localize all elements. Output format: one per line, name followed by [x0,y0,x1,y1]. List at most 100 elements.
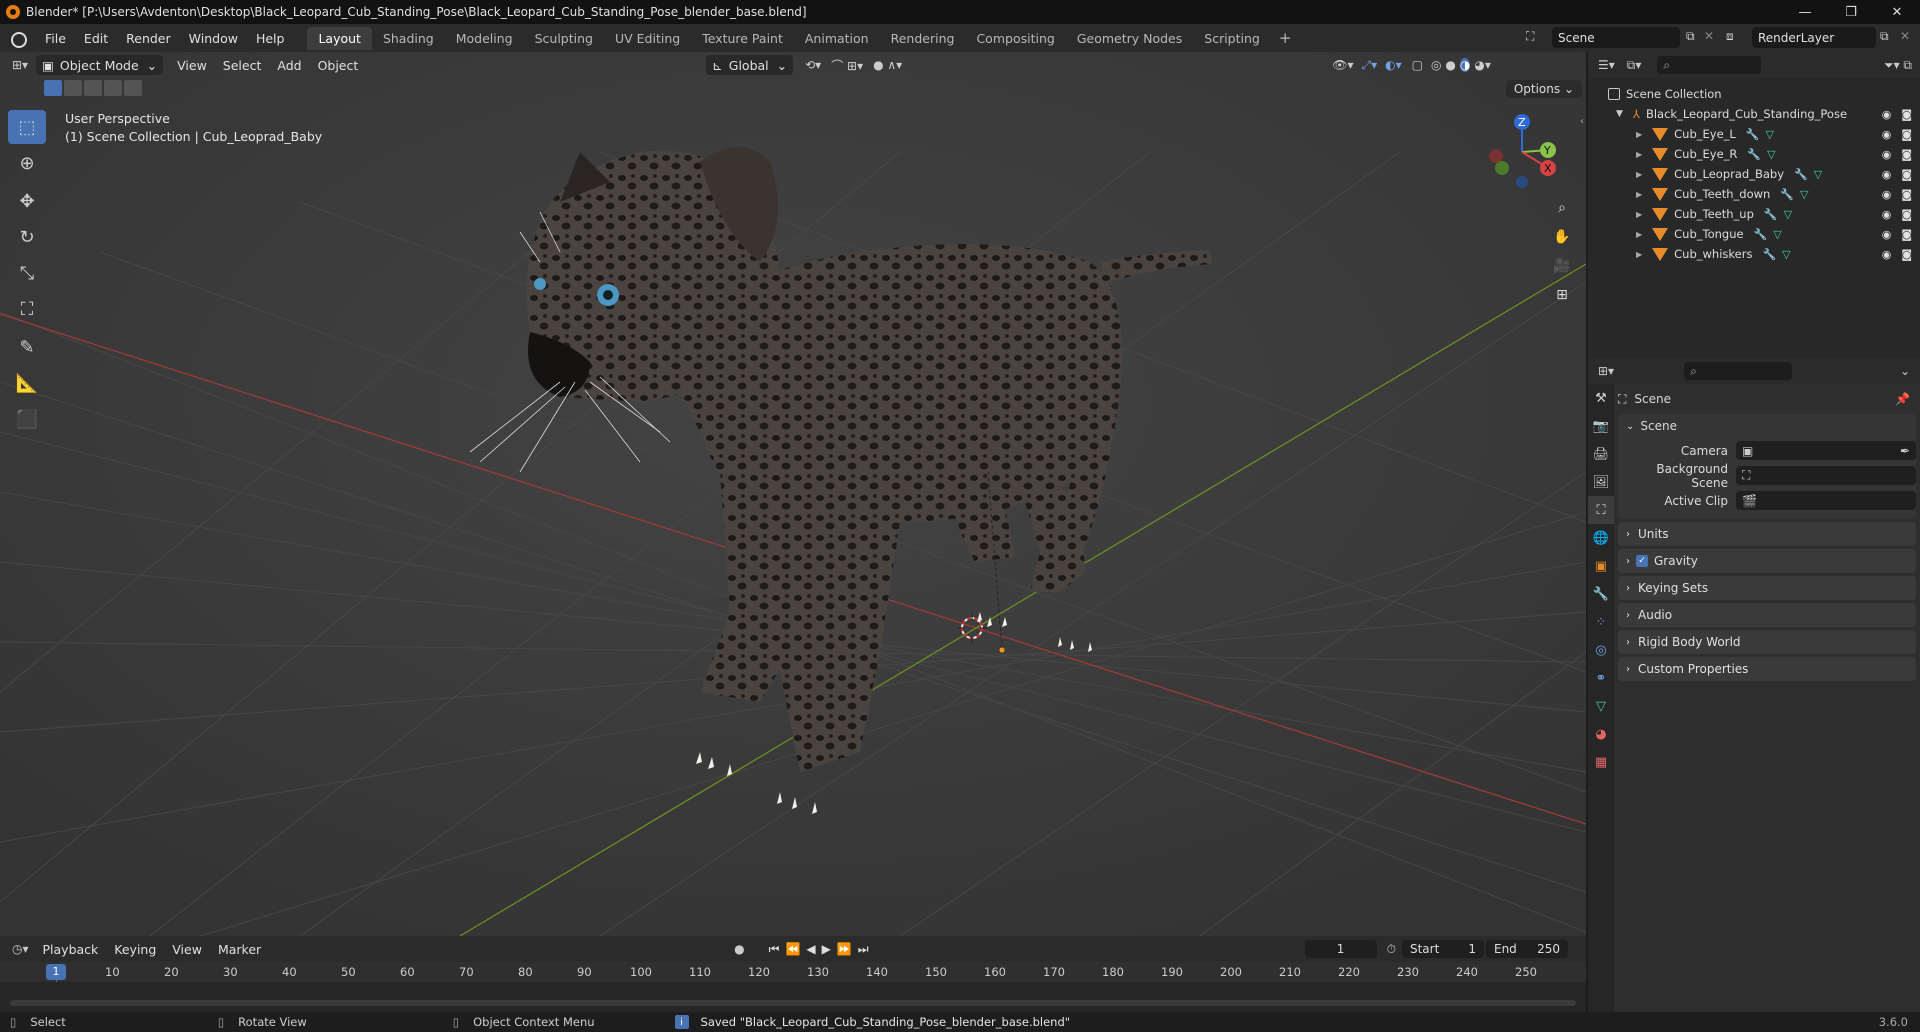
keying-sets-panel[interactable]: › Keying Sets [1618,576,1916,600]
expand-right-icon[interactable]: ▶ [1636,130,1642,139]
modifier-wrench-icon[interactable]: 🔧 [1764,208,1778,221]
menu-window[interactable]: Window [180,31,247,46]
material-shading-icon[interactable]: ◑ [1459,58,1471,72]
modifier-wrench-icon[interactable]: 🔧 [1746,128,1760,141]
outliner-search-input[interactable]: ⌕ [1657,56,1762,74]
expand-right-icon[interactable]: ▶ [1636,210,1642,219]
chevron-down-icon[interactable]: ⌄ [1900,364,1910,378]
render-tab-icon[interactable]: 📷 [1588,412,1614,440]
wireframe-shading-icon[interactable]: ◎ [1431,58,1441,72]
outliner-object-row[interactable]: ▶ Cub_Eye_R 🔧 ▽ ◉ ◙ [1588,144,1920,164]
timeline-body[interactable] [0,982,1586,1012]
modifier-wrench-icon[interactable]: 🔧 [1754,228,1768,241]
delete-scene-icon[interactable]: ✕ [1704,29,1714,43]
close-icon[interactable]: ✕ [1874,0,1920,24]
rotate-tool-icon[interactable]: ↻ [8,220,46,254]
options-button[interactable]: Options ⌄ [1505,80,1582,98]
properties-editor-icon[interactable]: ⊞▾ [1598,364,1614,378]
add-cube-tool-icon[interactable]: ⬛ [8,402,46,436]
audio-panel[interactable]: › Audio [1618,603,1916,627]
modifier-wrench-icon[interactable]: 🔧 [1780,188,1794,201]
timeline-menu-view[interactable]: View [164,942,210,957]
background-scene-field[interactable]: ⛶ [1736,466,1916,485]
rendered-shading-icon[interactable]: ◕▾ [1474,58,1491,72]
select-subtract-icon[interactable] [84,80,102,96]
eye-icon[interactable]: ◉ [1882,208,1892,221]
delete-render-layer-icon[interactable]: ✕ [1900,29,1910,43]
eye-icon[interactable]: ◉ [1882,168,1892,181]
timeline-menu-marker[interactable]: Marker [210,942,269,957]
viewport-menu-add[interactable]: Add [269,58,309,73]
mesh-data-icon[interactable]: ▽ [1767,148,1775,161]
rigid-body-world-panel[interactable]: › Rigid Body World [1618,630,1916,654]
new-render-layer-icon[interactable]: ⧉ [1880,29,1889,44]
select-extend-icon[interactable] [64,80,82,96]
eye-icon[interactable]: ◉ [1882,108,1892,121]
visibility-icon[interactable]: 👁▾ [1332,58,1353,72]
neg-y-handle[interactable] [1495,161,1509,175]
timeline-menu-keying[interactable]: Keying [106,942,164,957]
physics-tab-icon[interactable]: ◎ [1588,636,1614,664]
eyedropper-icon[interactable]: ✒ [1900,444,1910,458]
cursor-tool-icon[interactable]: ⊕ [8,146,46,180]
mesh-data-icon[interactable]: ▽ [1814,168,1822,181]
modifier-wrench-icon[interactable]: 🔧 [1747,148,1761,161]
eye-icon[interactable]: ◉ [1882,148,1892,161]
camera-icon[interactable]: ◙ [1901,148,1912,161]
camera-view-icon[interactable]: 🎥 [1550,254,1574,278]
tool-tab-icon[interactable]: ⚒ [1588,384,1614,412]
expand-right-icon[interactable]: ▶ [1636,170,1642,179]
scene-tab-icon[interactable]: ⛶ [1588,496,1614,524]
camera-field[interactable]: ▣ ✒ [1736,441,1916,460]
menu-edit[interactable]: Edit [75,31,117,46]
outliner-collection-row[interactable]: ▼ ⅄ Black_Leopard_Cub_Standing_Pose ◉ ◙ [1588,104,1920,124]
tab-texture-paint[interactable]: Texture Paint [691,27,794,50]
record-icon[interactable]: ● [734,942,744,956]
viewport-menu-select[interactable]: Select [215,58,270,73]
outliner-object-row[interactable]: ▶ Cub_Teeth_up 🔧 ▽ ◉ ◙ [1588,204,1920,224]
filter-icon[interactable]: ⏷▾ ⧉ [1884,58,1912,73]
eye-icon[interactable]: ◉ [1882,248,1892,261]
select-box-tool-icon[interactable]: ⬚ [8,110,46,144]
outliner-object-row[interactable]: ▶ Cub_Tongue 🔧 ▽ ◉ ◙ [1588,224,1920,244]
tab-layout[interactable]: Layout [307,26,372,50]
snap-icon[interactable]: ⌒ ⊞▾ [831,57,863,74]
pan-hand-icon[interactable]: ✋ [1550,225,1574,249]
timeline-scrollbar[interactable] [10,1000,1576,1006]
timeline-menu-playback[interactable]: Playback [35,942,107,957]
new-scene-icon[interactable]: ⧉ [1686,29,1695,44]
outliner-object-row[interactable]: ▶ Cub_Eye_L 🔧 ▽ ◉ ◙ [1588,124,1920,144]
object-tab-icon[interactable]: ▣ [1588,552,1614,580]
transform-orientation-dropdown[interactable]: ⊾ Global ⌄ [706,55,794,75]
scene-icon[interactable]: ⛶ [1526,29,1534,44]
neg-x-handle[interactable] [1489,149,1503,163]
viewport-menu-object[interactable]: Object [310,58,367,73]
material-tab-icon[interactable]: ◕ [1588,720,1614,748]
camera-icon[interactable]: ◙ [1901,248,1912,261]
select-intersect-icon[interactable] [124,80,142,96]
mesh-data-icon[interactable]: ▽ [1800,188,1808,201]
output-tab-icon[interactable]: 🖨 [1588,440,1614,468]
gizmo-toggle-icon[interactable]: ⤢▾ [1361,58,1377,73]
camera-icon[interactable]: ◙ [1901,228,1912,241]
mesh-data-icon[interactable]: ▽ [1773,228,1781,241]
navigation-gizmo[interactable]: Z Y X [1482,112,1562,192]
mesh-data-icon[interactable]: ▽ [1784,208,1792,221]
units-panel[interactable]: › Units [1618,522,1916,546]
scene-panel-header[interactable]: ⌄ Scene [1618,414,1916,438]
view-layer-tab-icon[interactable]: 🖼 [1588,468,1614,496]
eye-icon[interactable]: ◉ [1882,128,1892,141]
expand-right-icon[interactable]: ▶ [1636,250,1642,259]
mesh-data-icon[interactable]: ▽ [1766,128,1774,141]
scene-selector[interactable]: Scene [1552,27,1680,48]
outliner-object-row[interactable]: ▶ Cub_Leoprad_Baby 🔧 ▽ ◉ ◙ [1588,164,1920,184]
measure-tool-icon[interactable]: 📐 [8,366,46,400]
render-layer-selector[interactable]: RenderLayer [1752,27,1876,48]
add-workspace-icon[interactable]: + [1271,29,1300,47]
world-tab-icon[interactable]: 🌐 [1588,524,1614,552]
menu-help[interactable]: Help [247,31,294,46]
menu-render[interactable]: Render [117,31,180,46]
start-frame-field[interactable]: Start 1 [1401,940,1484,958]
maximize-icon[interactable]: ❐ [1828,0,1874,24]
mesh-data-icon[interactable]: ▽ [1782,248,1790,261]
